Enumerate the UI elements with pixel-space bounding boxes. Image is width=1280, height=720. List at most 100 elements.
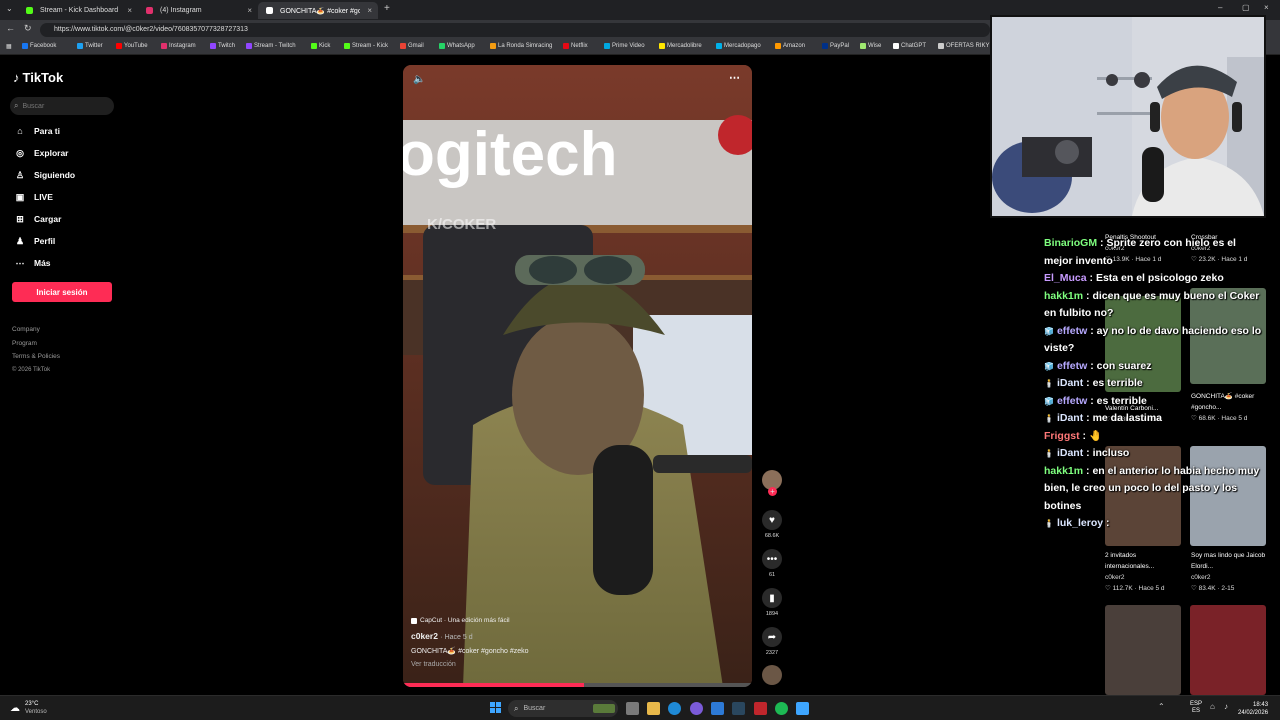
- footer-terms-link[interactable]: Terms & Policies: [12, 350, 60, 364]
- progress-bar[interactable]: [403, 683, 752, 687]
- url-input[interactable]: https://www.tiktok.com/@c0ker2/video/760…: [40, 23, 990, 37]
- chat-username: hakk1m: [1044, 289, 1084, 302]
- video-author[interactable]: c0ker2: [411, 631, 438, 641]
- chat-text: Esta en el psicologo zeko: [1095, 272, 1224, 284]
- video-player[interactable]: ogitech K/COKER 🔈 ⋯ CapCut · Una edición…: [403, 65, 752, 687]
- tiktok-logo[interactable]: ♪ TikTok: [13, 70, 63, 85]
- volume-icon[interactable]: 🔈: [413, 74, 425, 85]
- related-thumb-7[interactable]: [1105, 605, 1181, 695]
- chat-message: 🕯️ iDant : me da lastima: [1044, 410, 1264, 428]
- chat-text: 🤚: [1088, 429, 1103, 442]
- clock[interactable]: 18:43 24/02/2026: [1238, 701, 1268, 717]
- maximize-icon[interactable]: ▢: [1242, 3, 1250, 12]
- related-thumb-8[interactable]: [1190, 605, 1266, 695]
- chat-separator: :: [1087, 359, 1097, 372]
- related-card-5[interactable]: 2 invitados internacionales... c0ker2 ♡ …: [1105, 550, 1185, 594]
- nav-item-explorar[interactable]: ◎ Explorar: [14, 147, 68, 159]
- nav-item-m-s[interactable]: ⋯ Más: [14, 257, 51, 269]
- bookmark-wise[interactable]: Wise: [860, 43, 881, 49]
- bookmark-twitter[interactable]: Twitter: [77, 43, 103, 49]
- apps-icon[interactable]: ▦: [6, 43, 12, 50]
- bookmark-mercadopago[interactable]: Mercadopago: [716, 43, 761, 49]
- bookmark-instagram[interactable]: Instagram: [161, 43, 196, 49]
- weather-widget[interactable]: ☁ 23°C Ventoso: [10, 700, 47, 716]
- nav-item-live[interactable]: ▣ LIVE: [14, 191, 53, 203]
- related-card-6[interactable]: Soy mas lindo que Jaicob Elordi... c0ker…: [1191, 550, 1276, 594]
- edge-icon[interactable]: [668, 702, 681, 715]
- bookmark-favicon-icon: [311, 43, 317, 49]
- racing-app-icon[interactable]: [754, 702, 767, 715]
- bookmark-prime-video[interactable]: Prime Video: [604, 43, 645, 49]
- new-tab-icon[interactable]: +: [384, 3, 390, 14]
- bookmark-chatgpt[interactable]: ChatGPT: [893, 43, 926, 49]
- chat-message: Friggst : 🤚: [1044, 428, 1264, 446]
- close-window-icon[interactable]: ×: [1264, 3, 1269, 12]
- tab-kick-dashboard[interactable]: Stream - Kick Dashboard ×: [18, 2, 138, 19]
- bookmark-mercadolibre[interactable]: Mercadolibre: [659, 43, 702, 49]
- taskbar-search[interactable]: ⌕ Buscar: [508, 700, 618, 717]
- like-button[interactable]: ♥ 68.6K: [760, 510, 784, 539]
- spotify-icon[interactable]: [775, 702, 788, 715]
- reload-icon[interactable]: ↻: [24, 23, 32, 34]
- tab-list-icon[interactable]: ⌄: [6, 4, 13, 13]
- footer-company-link[interactable]: Company: [12, 323, 60, 337]
- share-button[interactable]: ➦ 2327: [760, 627, 784, 656]
- tab-tiktok-video[interactable]: GONCHITA🍝 #coker #gonch ×: [258, 2, 378, 19]
- chat-badge-icon: 🧊: [1044, 326, 1054, 336]
- language-indicator[interactable]: ESP ES: [1190, 701, 1202, 715]
- network-icon[interactable]: ⌂: [1210, 702, 1215, 711]
- volume-icon[interactable]: ♪: [1224, 702, 1228, 711]
- nav-item-para-ti[interactable]: ⌂ Para ti: [14, 125, 60, 137]
- footer-program-link[interactable]: Program: [12, 337, 60, 351]
- chat-badge-icon: 🧊: [1044, 396, 1054, 406]
- capcut-badge[interactable]: CapCut · Una edición más fácil: [411, 617, 741, 624]
- bookmark-amazon[interactable]: Amazon: [775, 43, 805, 49]
- notes-icon[interactable]: [796, 702, 809, 715]
- comment-icon: •••: [762, 549, 782, 569]
- bookmark-netflix[interactable]: Netflix: [563, 43, 588, 49]
- close-tab-icon[interactable]: ×: [127, 6, 132, 15]
- windows-start-icon[interactable]: [490, 702, 501, 713]
- tray-chevron-icon[interactable]: ⌃: [1158, 702, 1165, 711]
- weather-cloud-icon: ☁: [10, 702, 20, 714]
- store-icon[interactable]: [711, 702, 724, 715]
- bookmark-la-ronda-simracing[interactable]: La Ronda Simracing: [490, 43, 552, 49]
- chat-message: 🕯️ iDant : incluso: [1044, 445, 1264, 463]
- nav-item-cargar[interactable]: ⊞ Cargar: [14, 213, 61, 225]
- more-options-icon[interactable]: ⋯: [729, 71, 740, 84]
- music-disc-button[interactable]: [760, 665, 784, 688]
- bookmark-gmail[interactable]: Gmail: [400, 43, 424, 49]
- translate-link[interactable]: Ver traducción: [411, 661, 741, 668]
- comment-button[interactable]: ••• 61: [760, 549, 784, 578]
- nav-item-perfil[interactable]: ♟ Perfil: [14, 235, 55, 247]
- author-avatar-button[interactable]: +: [760, 470, 784, 496]
- bookmark-facebook[interactable]: Facebook: [22, 43, 56, 49]
- users-icon: ♙: [15, 169, 25, 180]
- minimize-icon[interactable]: –: [1218, 3, 1222, 12]
- tiktok-search-input[interactable]: ⌕ Buscar: [10, 97, 114, 115]
- follow-plus-icon[interactable]: +: [768, 487, 777, 496]
- bookmark-kick[interactable]: Kick: [311, 43, 330, 49]
- chat-badge-icon: 🕯️: [1044, 379, 1054, 388]
- steam-icon[interactable]: [732, 702, 745, 715]
- file-explorer-icon[interactable]: [647, 702, 660, 715]
- nav-item-siguiendo[interactable]: ♙ Siguiendo: [14, 169, 75, 181]
- bookmark-twitch[interactable]: Twitch: [210, 43, 235, 49]
- chat-text: me da lastima: [1092, 412, 1163, 424]
- close-tab-icon[interactable]: ×: [367, 6, 372, 15]
- save-button[interactable]: ▮ 1894: [760, 588, 784, 617]
- video-frame: ogitech K/COKER: [403, 65, 752, 687]
- bookmark-stream-kick[interactable]: Stream - Kick: [344, 43, 388, 49]
- bookmark-whatsapp[interactable]: WhatsApp: [439, 43, 475, 49]
- tab-instagram[interactable]: (4) Instagram ×: [138, 2, 258, 19]
- bookmark-paypal[interactable]: PayPal: [822, 43, 849, 49]
- chat-message: El_Muca : Esta en el psicologo zeko: [1044, 270, 1264, 288]
- close-tab-icon[interactable]: ×: [247, 6, 252, 15]
- bookmark-stream-twitch[interactable]: Stream - Twitch: [246, 43, 296, 49]
- back-icon[interactable]: ←: [6, 23, 15, 33]
- login-button[interactable]: Iniciar sesión: [12, 282, 112, 302]
- app-icon[interactable]: [690, 702, 703, 715]
- bookmark-youtube[interactable]: YouTube: [116, 43, 148, 49]
- task-view-icon[interactable]: [626, 702, 639, 715]
- bookmark-ofertas-riky-s[interactable]: OFERTAS RIKY S: [938, 43, 995, 49]
